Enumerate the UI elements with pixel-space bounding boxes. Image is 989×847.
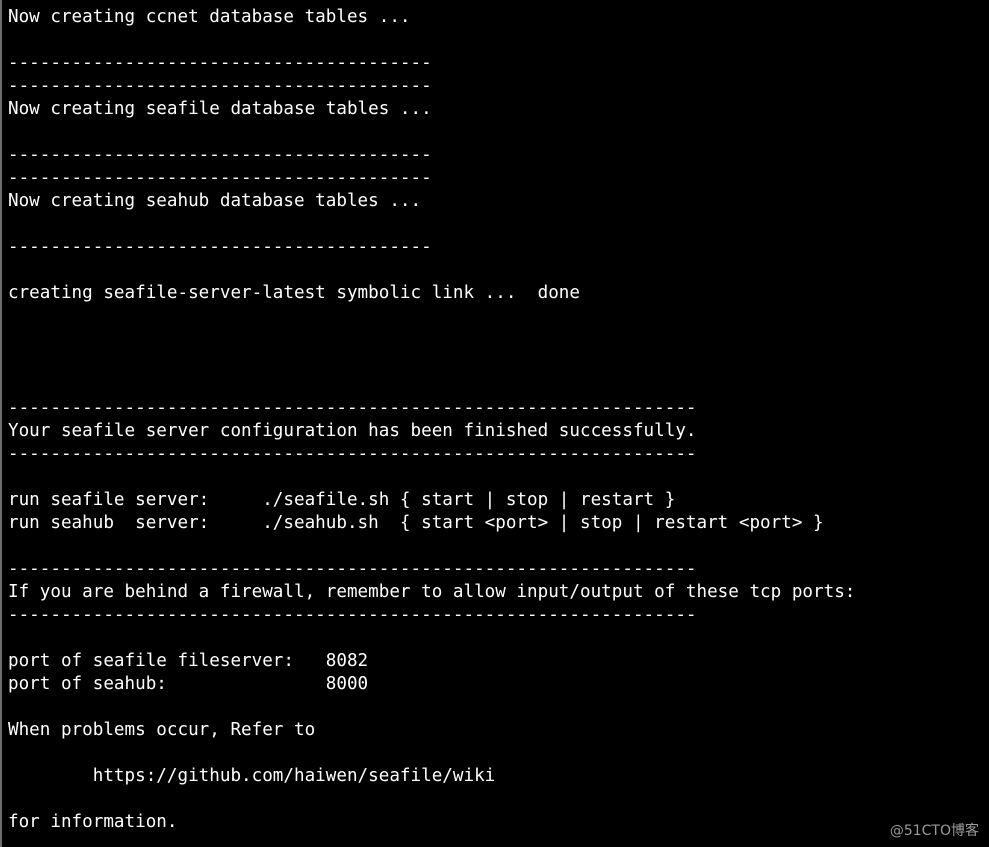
wiki-url-line[interactable]: https://github.com/haiwen/seafile/wiki [8, 765, 989, 788]
terminal-window[interactable]: Now creating ccnet database tables ... -… [0, 0, 989, 847]
help-line: When problems occur, Refer to [8, 720, 316, 740]
terminal-output: Now creating ccnet database tables ... -… [8, 6, 989, 834]
seahub-run-command: run seahub server: ./seahub.sh { start <… [8, 513, 824, 533]
output-line: creating seafile-server-latest symbolic … [8, 283, 580, 303]
seahub-port-line: port of seahub: 8000 [8, 674, 369, 694]
separator-line: ----------------------------------------… [8, 559, 697, 579]
separator-line: ---------------------------------------- [8, 237, 432, 257]
separator-line: ----------------------------------------… [8, 398, 697, 418]
output-line: for information. [8, 812, 178, 832]
output-line: Now creating ccnet database tables ... [8, 7, 411, 27]
separator-line: ----------------------------------------… [8, 444, 697, 464]
watermark-logo: @51CTO博客 [889, 823, 979, 839]
fileserver-port-line: port of seafile fileserver: 8082 [8, 651, 369, 671]
firewall-notice: If you are behind a firewall, remember t… [8, 582, 856, 602]
separator-line: ---------------------------------------- [8, 53, 432, 73]
separator-line: ---------------------------------------- [8, 145, 432, 165]
output-line: Now creating seahub database tables ... [8, 191, 422, 211]
success-message: Your seafile server configuration has be… [8, 421, 697, 441]
output-line: Now creating seafile database tables ... [8, 99, 432, 119]
separator-line: ---------------------------------------- [8, 168, 432, 188]
separator-line: ----------------------------------------… [8, 605, 697, 625]
separator-line: ---------------------------------------- [8, 76, 432, 96]
seafile-run-command: run seafile server: ./seafile.sh { start… [8, 490, 676, 510]
